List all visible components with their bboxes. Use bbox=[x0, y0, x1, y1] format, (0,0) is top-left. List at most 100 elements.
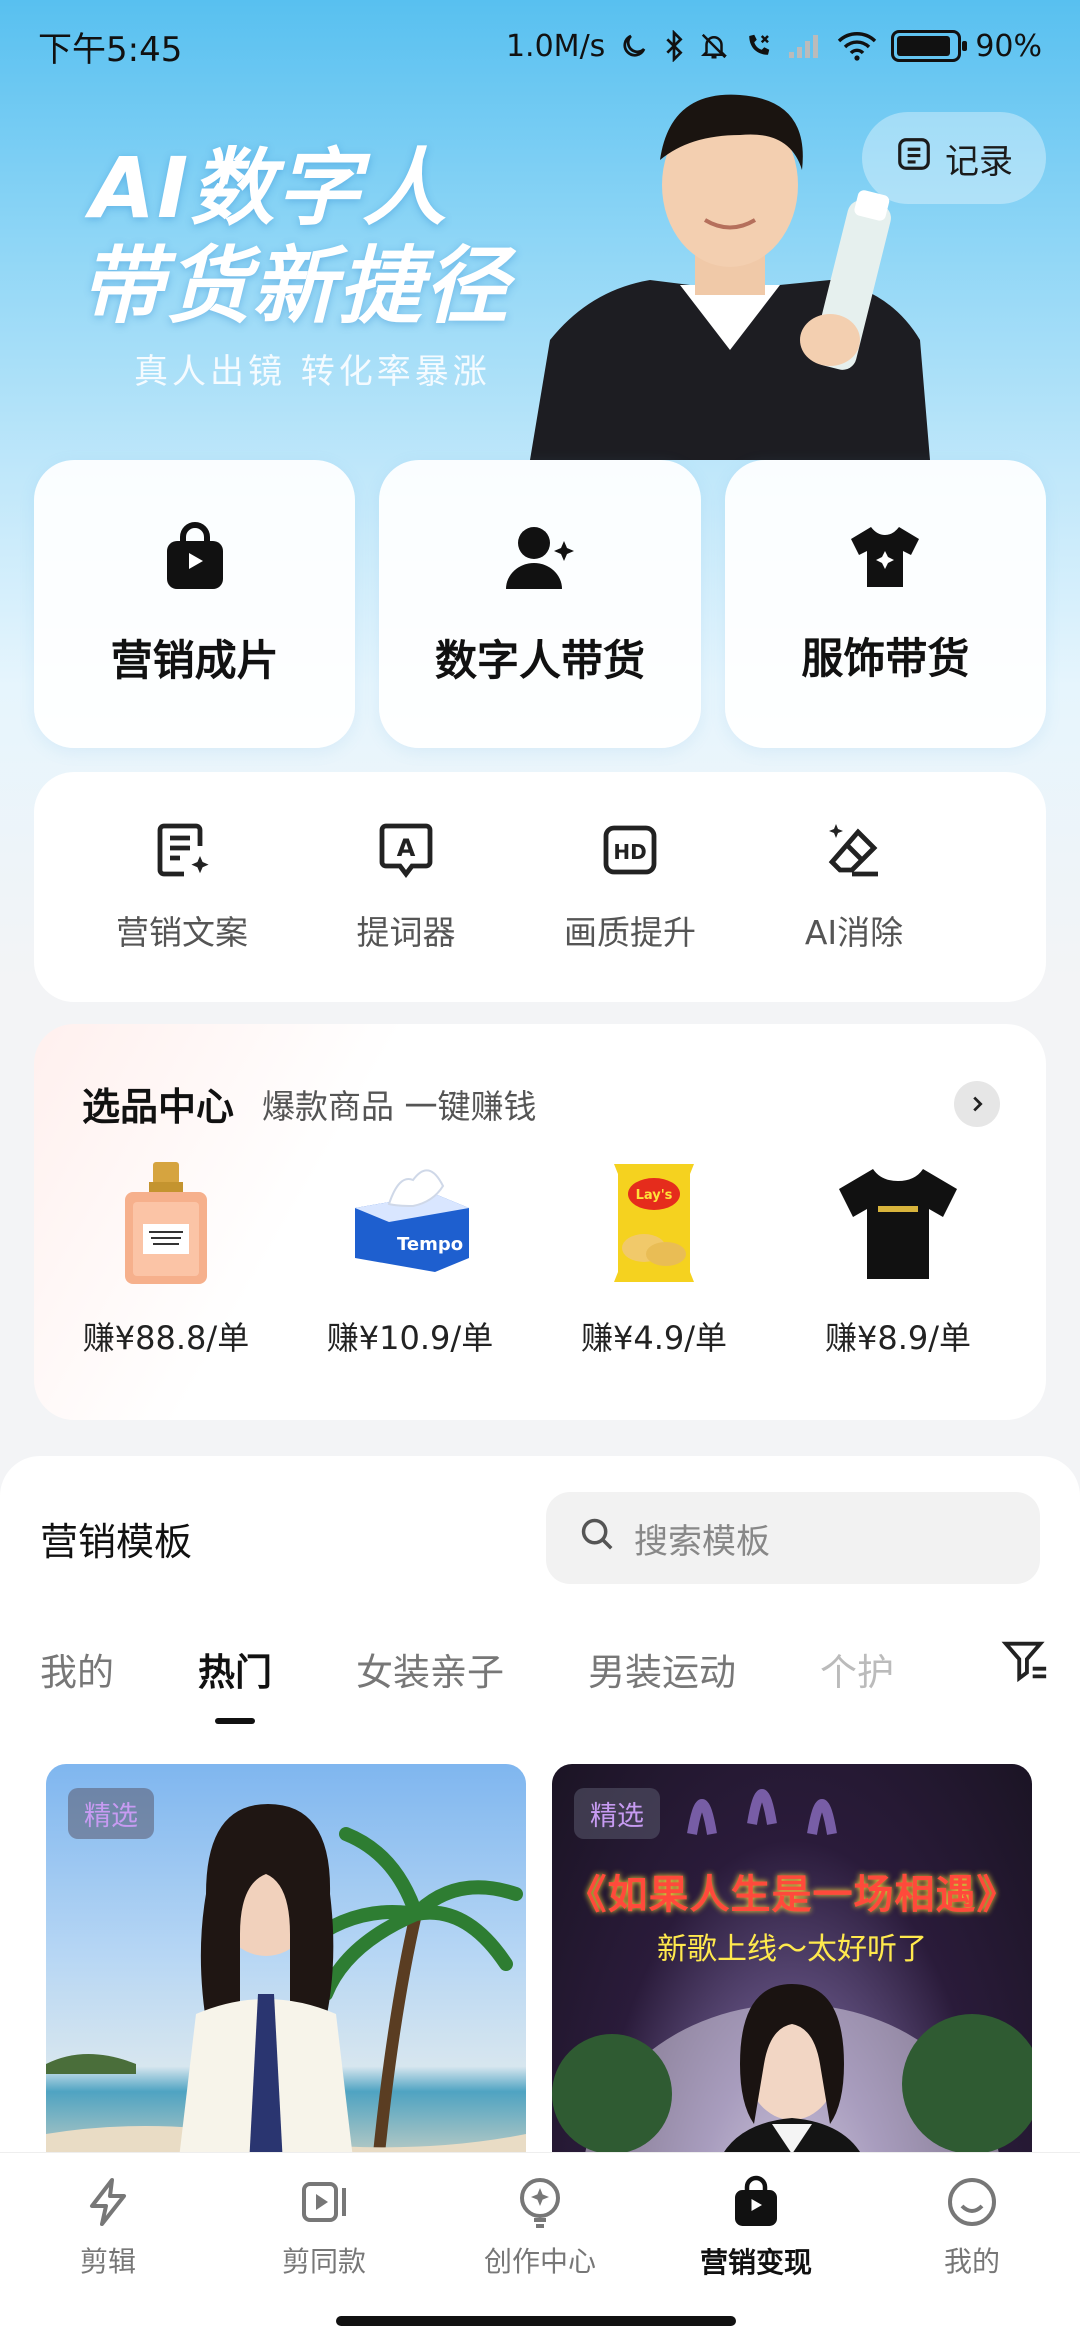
template-card-subtitle: 新歌上线～太好听了 bbox=[657, 1932, 927, 1967]
shopping-bag-play-icon bbox=[732, 2175, 780, 2233]
product-price: 赚¥88.8/单 bbox=[82, 1319, 250, 1357]
tile-digital-human[interactable]: 数字人带货 bbox=[379, 460, 701, 748]
status-time: 下午5:45 bbox=[38, 29, 183, 70]
tool-ai-eraser[interactable]: AI消除 bbox=[742, 820, 966, 954]
record-label: 记录 bbox=[945, 141, 1013, 182]
svg-text:A: A bbox=[397, 834, 416, 862]
moon-icon bbox=[619, 31, 649, 61]
template-cards: 精选 精选 《如果人生是一场相遇》 新歌上线～太好听了 bbox=[0, 1702, 1080, 2184]
tile-label: 服饰带货 bbox=[801, 633, 970, 683]
nav-edit[interactable]: 剪辑 bbox=[0, 2176, 216, 2280]
template-card[interactable]: 精选 bbox=[46, 1764, 526, 2184]
tool-copywriting[interactable]: 营销文案 bbox=[70, 820, 294, 954]
tool-label: AI消除 bbox=[804, 913, 904, 952]
shopping-bag-play-icon bbox=[163, 521, 227, 597]
bottom-navigation: 剪辑 剪同款 创作中心 营销变现 我的 bbox=[0, 2152, 1080, 2340]
template-search-input[interactable]: 搜索模板 bbox=[546, 1492, 1040, 1584]
smile-face-icon bbox=[946, 2176, 998, 2232]
svg-text:Lay's: Lay's bbox=[636, 1188, 673, 1203]
status-icons: 1.0M/s 90% bbox=[506, 29, 1042, 64]
svg-text:HD: HD bbox=[613, 840, 646, 864]
record-icon bbox=[895, 135, 933, 182]
tissue-box-icon: Tempo bbox=[340, 1153, 480, 1293]
eraser-icon bbox=[824, 820, 884, 884]
nav-label: 剪同款 bbox=[281, 2245, 366, 2278]
templates-title: 营销模板 bbox=[40, 1519, 193, 1564]
battery-percent: 90% bbox=[975, 28, 1042, 64]
tool-hd-upscale[interactable]: HD 画质提升 bbox=[518, 820, 742, 954]
tile-label: 营销成片 bbox=[110, 635, 279, 685]
person-sparkle-icon bbox=[504, 521, 576, 597]
filter-button[interactable] bbox=[960, 1636, 1050, 1696]
product-price: 赚¥10.9/单 bbox=[326, 1319, 494, 1357]
nav-creation-center[interactable]: 创作中心 bbox=[432, 2176, 648, 2280]
bluetooth-icon bbox=[663, 30, 685, 62]
nav-templates[interactable]: 剪同款 bbox=[216, 2176, 432, 2280]
product-item[interactable]: 赚¥8.9/单 bbox=[776, 1153, 1020, 1359]
tool-teleprompter[interactable]: A 提词器 bbox=[294, 820, 518, 954]
bulb-sparkle-icon bbox=[514, 2176, 566, 2232]
nav-label: 营销变现 bbox=[699, 2246, 812, 2279]
product-center-title: 选品中心 bbox=[82, 1085, 235, 1129]
nav-profile[interactable]: 我的 bbox=[864, 2176, 1080, 2280]
product-item[interactable]: Tempo 赚¥10.9/单 bbox=[288, 1153, 532, 1359]
product-price: 赚¥4.9/单 bbox=[580, 1319, 728, 1357]
hero-banner[interactable]: AI数字人 带货新捷径 真人出镜 转化率暴涨 bbox=[80, 139, 510, 393]
nav-label: 我的 bbox=[943, 2245, 1000, 2278]
chevron-right-icon[interactable] bbox=[954, 1080, 1000, 1127]
network-speed: 1.0M/s bbox=[505, 28, 606, 64]
search-icon bbox=[578, 1515, 616, 1562]
call-forward-icon bbox=[743, 31, 773, 61]
lightning-icon bbox=[84, 2176, 132, 2232]
template-card[interactable]: 精选 《如果人生是一场相遇》 新歌上线～太好听了 bbox=[552, 1764, 1032, 2184]
perfume-icon bbox=[96, 1153, 236, 1293]
tile-apparel[interactable]: 服饰带货 bbox=[724, 460, 1046, 748]
nav-label: 创作中心 bbox=[483, 2245, 596, 2278]
tile-marketing-video[interactable]: 营销成片 bbox=[34, 460, 356, 748]
tool-label: 画质提升 bbox=[564, 913, 696, 952]
tile-label: 数字人带货 bbox=[434, 635, 645, 685]
svg-text:Tempo: Tempo bbox=[397, 1234, 463, 1255]
product-item[interactable]: 赚¥88.8/单 bbox=[44, 1153, 288, 1359]
featured-badge: 精选 bbox=[68, 1788, 154, 1839]
product-center-subtitle: 爆款商品 一键赚钱 bbox=[262, 1086, 537, 1126]
tab-men-sports[interactable]: 男装运动 bbox=[588, 1642, 736, 1696]
product-center: 选品中心 爆款商品 一键赚钱 赚¥88.8/单 Tempo 赚¥10.9/单 L… bbox=[34, 1024, 1046, 1420]
wifi-icon bbox=[837, 31, 877, 61]
tab-personal-care[interactable]: 个护 bbox=[820, 1642, 894, 1696]
teleprompter-icon: A bbox=[376, 820, 436, 884]
hero-title-line2: 带货新捷径 bbox=[80, 237, 511, 335]
tool-image-text[interactable]: 图文 bbox=[966, 820, 1046, 954]
template-tabs: 我的 热门 女装亲子 男装运动 个护 bbox=[0, 1584, 1080, 1702]
bell-muted-icon bbox=[699, 31, 729, 61]
feature-tiles: 营销成片 数字人带货 服饰带货 bbox=[34, 460, 1046, 748]
product-price: 赚¥8.9/单 bbox=[824, 1319, 972, 1357]
hero-subtitle: 真人出镜 转化率暴涨 bbox=[134, 352, 491, 392]
signal-icon bbox=[787, 32, 823, 60]
tool-label: 图文 bbox=[1045, 906, 1046, 954]
template-card-title: 《如果人生是一场相遇》 bbox=[566, 1872, 1018, 1918]
hd-icon: HD bbox=[600, 820, 660, 884]
home-indicator[interactable] bbox=[336, 2316, 736, 2326]
tshirt-icon bbox=[828, 1153, 968, 1293]
search-placeholder: 搜索模板 bbox=[634, 1521, 770, 1562]
featured-badge: 精选 bbox=[574, 1788, 660, 1839]
hero-title-line1: AI数字人 bbox=[90, 139, 449, 237]
tab-mine[interactable]: 我的 bbox=[40, 1642, 114, 1696]
nav-marketing[interactable]: 营销变现 bbox=[648, 2175, 864, 2281]
status-bar: 下午5:45 1.0M/s 90% bbox=[0, 0, 1080, 92]
tool-label: 营销文案 bbox=[116, 913, 248, 952]
record-button[interactable]: 记录 bbox=[862, 112, 1046, 204]
template-play-icon bbox=[298, 2176, 350, 2232]
tshirt-icon bbox=[847, 523, 923, 595]
nav-label: 剪辑 bbox=[79, 2245, 136, 2278]
tools-row: 营销文案 A 提词器 HD 画质提升 AI消除 图文 bbox=[34, 772, 1046, 1002]
tab-women-kids[interactable]: 女装亲子 bbox=[356, 1642, 504, 1696]
product-item[interactable]: Lay's 赚¥4.9/单 bbox=[532, 1153, 776, 1359]
tab-hot[interactable]: 热门 bbox=[198, 1642, 272, 1696]
battery-icon bbox=[891, 30, 968, 62]
copywriting-icon bbox=[152, 820, 212, 884]
chips-bag-icon: Lay's bbox=[584, 1153, 724, 1293]
filter-icon bbox=[1000, 1636, 1050, 1696]
tool-label: 提词器 bbox=[356, 913, 456, 952]
